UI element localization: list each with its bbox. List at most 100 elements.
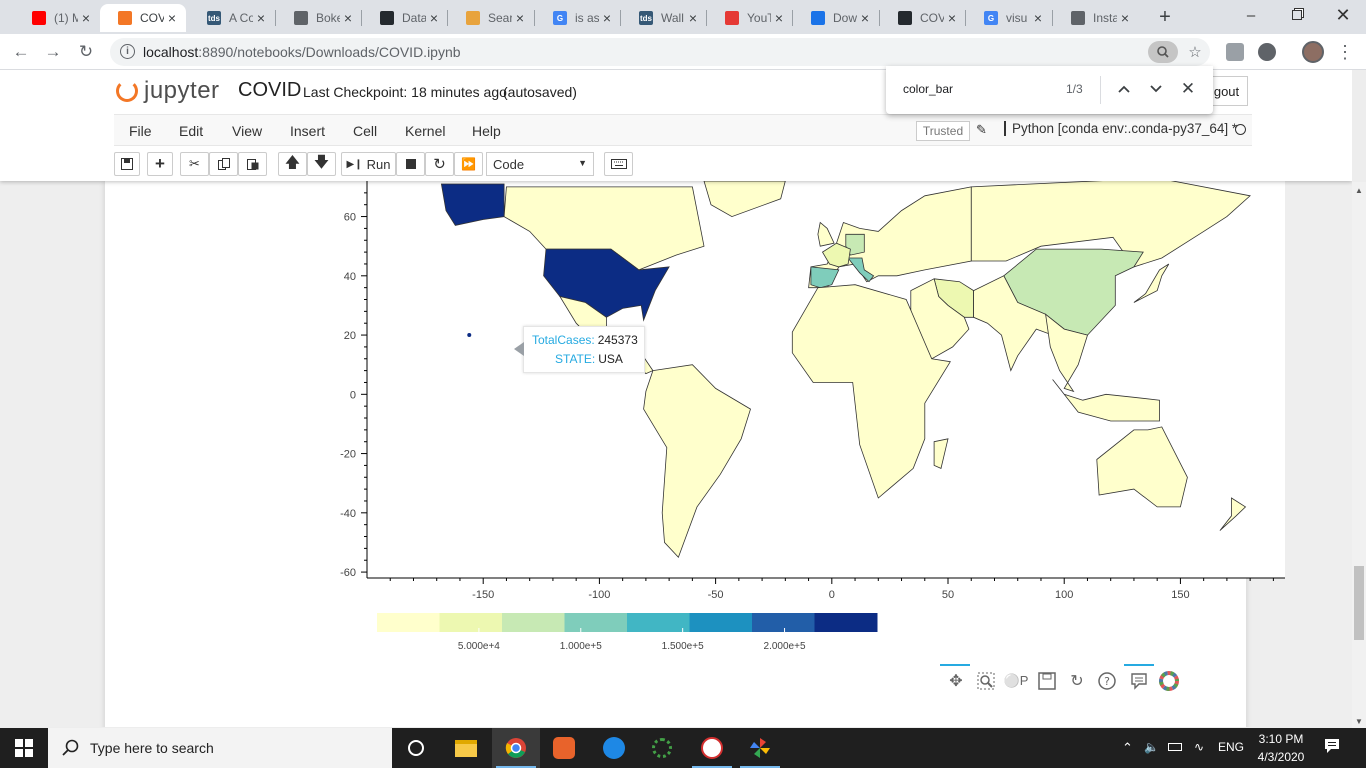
browser-tab[interactable]: Dow × xyxy=(793,4,879,32)
scrollbar-thumb[interactable] xyxy=(1354,566,1364,640)
find-input[interactable]: color_bar xyxy=(903,82,953,96)
extension-icon[interactable] xyxy=(1258,43,1276,61)
close-tab-icon[interactable]: × xyxy=(771,10,787,26)
cast-icon[interactable] xyxy=(1226,43,1244,61)
taskbar-clock[interactable]: 3:10 PM 4/3/2020 xyxy=(1248,730,1314,766)
cloud-app[interactable] xyxy=(590,728,638,768)
edit-pencil-icon[interactable]: ✎ xyxy=(976,122,987,138)
chrome-app[interactable] xyxy=(492,728,540,768)
move-up-button[interactable]: 🡅 xyxy=(278,152,307,176)
page-scrollbar[interactable]: ▲ ▼ xyxy=(1352,182,1366,728)
restart-run-all-button[interactable]: ⏩ xyxy=(454,152,483,176)
find-in-page-icon[interactable] xyxy=(1148,41,1178,63)
menu-edit[interactable]: Edit xyxy=(179,123,203,139)
close-tab-icon[interactable]: × xyxy=(340,10,356,26)
volume-icon[interactable]: 🔈 xyxy=(1144,740,1159,754)
scroll-up-icon[interactable]: ▲ xyxy=(1355,186,1363,195)
interrupt-button[interactable] xyxy=(396,152,425,176)
box-zoom-icon[interactable] xyxy=(973,668,999,694)
browser-tab[interactable]: Insta × xyxy=(1053,4,1139,32)
hover-icon[interactable] xyxy=(1126,668,1152,694)
notebook-name[interactable]: COVID xyxy=(238,79,301,102)
browser-tab[interactable]: Sear × xyxy=(448,4,534,32)
browser-tab[interactable]: COV × xyxy=(100,4,186,32)
cell-type-select[interactable]: Code ▼ xyxy=(486,152,594,176)
spider-app[interactable] xyxy=(688,728,736,768)
file-explorer-app[interactable] xyxy=(442,728,490,768)
bokeh-logo-icon[interactable] xyxy=(1156,668,1182,694)
paste-button[interactable] xyxy=(238,152,267,176)
close-window-button[interactable]: ✕ xyxy=(1320,0,1366,30)
wifi-icon[interactable]: ∿ xyxy=(1194,740,1204,754)
save-button[interactable] xyxy=(114,152,140,176)
tray-chevron-up-icon[interactable]: ⌃ xyxy=(1122,740,1133,756)
browser-tab[interactable]: (1) M × xyxy=(14,4,100,32)
copy-button[interactable] xyxy=(209,152,238,176)
close-tab-icon[interactable]: × xyxy=(426,10,442,26)
close-tab-icon[interactable]: × xyxy=(857,10,873,26)
command-palette-button[interactable] xyxy=(604,152,633,176)
hex-app[interactable] xyxy=(540,728,588,768)
close-tab-icon[interactable]: × xyxy=(685,10,701,26)
menu-kernel[interactable]: Kernel xyxy=(405,123,445,139)
taskbar-search-box[interactable]: Type here to search xyxy=(48,728,392,768)
menu-insert[interactable]: Insert xyxy=(290,123,325,139)
back-button[interactable]: ← xyxy=(8,39,34,65)
omnibox[interactable]: i localhost:8890/notebooks/Downloads/COV… xyxy=(110,38,1210,66)
bookmark-star-icon[interactable]: ☆ xyxy=(1184,41,1206,63)
url-text[interactable]: localhost:8890/notebooks/Downloads/COVID… xyxy=(143,44,461,60)
close-tab-icon[interactable]: × xyxy=(599,10,615,26)
browser-tab[interactable]: tds Wall × xyxy=(621,4,707,32)
close-tab-icon[interactable]: × xyxy=(164,10,180,26)
kernel-name[interactable]: Python [conda env:.conda-py37_64] * xyxy=(1004,121,1237,136)
browser-tab[interactable]: Gvisu × xyxy=(966,4,1052,32)
menu-file[interactable]: File xyxy=(129,123,152,139)
forward-button[interactable]: → xyxy=(40,39,66,65)
browser-tab[interactable]: YouT × xyxy=(707,4,793,32)
reset-icon[interactable]: ↻ xyxy=(1064,668,1090,694)
browser-tab[interactable]: tds A Co × xyxy=(189,4,275,32)
menu-view[interactable]: View xyxy=(232,123,262,139)
browser-tab[interactable]: Data × xyxy=(362,4,448,32)
start-button[interactable] xyxy=(0,728,48,768)
browser-tab[interactable]: Gis as × xyxy=(535,4,621,32)
battery-icon[interactable] xyxy=(1168,740,1182,754)
insert-cell-button[interactable]: + xyxy=(147,152,173,176)
profile-avatar[interactable] xyxy=(1302,41,1324,63)
world-map[interactable] xyxy=(367,181,1285,578)
pinwheel-app[interactable] xyxy=(736,728,784,768)
scroll-down-icon[interactable]: ▼ xyxy=(1355,717,1363,726)
language-indicator[interactable]: ENG xyxy=(1218,740,1244,754)
find-previous-button[interactable] xyxy=(1114,79,1134,99)
save-icon[interactable] xyxy=(1034,668,1060,694)
jupyter-logo[interactable]: jupyter xyxy=(116,76,220,106)
restore-button[interactable] xyxy=(1274,0,1320,30)
menu-cell[interactable]: Cell xyxy=(353,123,377,139)
site-info-icon[interactable]: i xyxy=(120,44,135,59)
loader-app[interactable] xyxy=(638,728,686,768)
close-tab-icon[interactable]: × xyxy=(512,10,528,26)
close-tab-icon[interactable]: × xyxy=(1117,10,1133,26)
cut-button[interactable]: ✂ xyxy=(180,152,209,176)
bokeh-plot[interactable]: -150 -100 -50 0 50 100 150 60 40 20 0 -20 -40 -60 5.0… xyxy=(265,181,1295,721)
help-icon[interactable]: ? xyxy=(1094,668,1120,694)
pan-icon[interactable]: ✥ xyxy=(943,668,969,694)
close-tab-icon[interactable]: × xyxy=(253,10,269,26)
move-down-button[interactable]: 🡇 xyxy=(307,152,336,176)
browser-tab[interactable]: COV × xyxy=(880,4,966,32)
task-view-button[interactable] xyxy=(392,728,440,768)
restart-button[interactable]: ↻ xyxy=(425,152,454,176)
find-close-button[interactable]: ✕ xyxy=(1178,79,1198,99)
browser-menu-icon[interactable]: ⋮ xyxy=(1332,39,1358,65)
notifications-icon[interactable] xyxy=(1324,738,1340,757)
run-button[interactable]: ▶❙ Run xyxy=(341,152,396,176)
find-next-button[interactable] xyxy=(1146,79,1166,99)
browser-tab[interactable]: Boke× xyxy=(276,4,362,32)
close-tab-icon[interactable]: × xyxy=(78,10,94,26)
new-tab-button[interactable]: + xyxy=(1152,6,1178,28)
wheel-zoom-icon[interactable]: ⚪P xyxy=(1003,668,1029,694)
trusted-badge[interactable]: Trusted xyxy=(916,121,970,141)
reload-button[interactable]: ↻ xyxy=(73,39,99,65)
minimize-button[interactable]: – xyxy=(1228,0,1274,30)
menu-help[interactable]: Help xyxy=(472,123,501,139)
